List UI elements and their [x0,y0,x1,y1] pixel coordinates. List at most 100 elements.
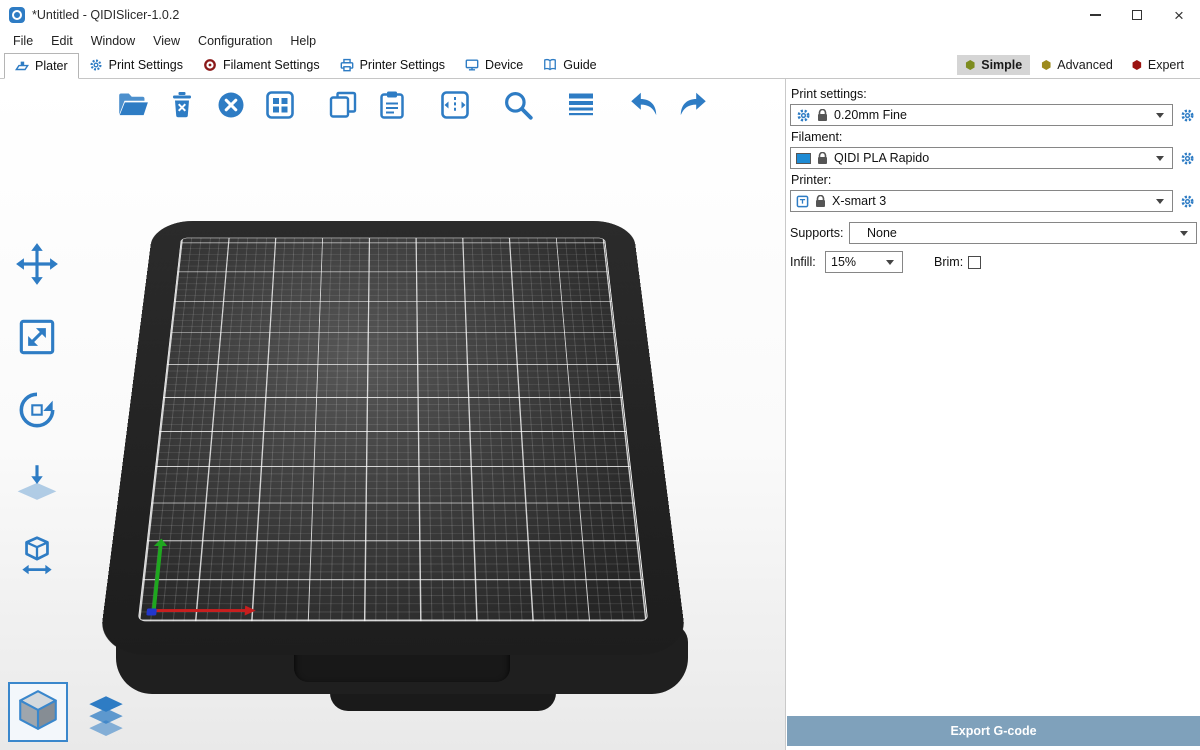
undo-button[interactable] [623,84,665,126]
print-settings-gear-button[interactable] [1178,108,1197,123]
paste-button[interactable] [371,84,413,126]
menu-help[interactable]: Help [281,32,325,50]
supports-label: Supports: [790,226,844,240]
3d-editor-view-button[interactable] [8,682,68,742]
menu-edit[interactable]: Edit [42,32,82,50]
supports-combo[interactable]: None [849,222,1197,244]
export-gcode-button[interactable]: Export G-code [787,716,1200,746]
simple-mode-dot-icon [965,60,975,70]
app-logo-icon [9,7,25,23]
filament-label: Filament: [791,130,1196,144]
open-button[interactable] [112,84,154,126]
mode-label: Simple [981,58,1022,72]
redo-button[interactable] [672,84,714,126]
place-on-face-icon [14,460,60,511]
delete-button[interactable] [161,84,203,126]
y-axis-indicator [152,545,163,612]
printer-gear-button[interactable] [1178,194,1197,209]
chevron-down-icon [1156,156,1164,161]
split-objects-button[interactable] [434,84,476,126]
measure-icon [14,533,60,584]
search-button[interactable] [497,84,539,126]
print-settings-value: 0.20mm Fine [834,108,907,122]
print-settings-label: Print settings: [791,87,1196,101]
undo-icon [627,88,661,122]
redo-icon [676,88,710,122]
rotate-button[interactable] [8,383,66,441]
rotate-icon [14,387,60,438]
printer-combo[interactable]: X-smart 3 [790,190,1173,212]
preview-view-button[interactable] [80,690,132,742]
menu-bar: File Edit Window View Configuration Help [0,30,1200,52]
layers-preview-icon [83,691,129,742]
move-button[interactable] [8,237,66,295]
3d-viewport[interactable] [0,79,786,750]
expert-mode-dot-icon [1132,60,1142,70]
lock-icon [815,195,826,208]
open-folder-icon [116,88,150,122]
lock-icon [817,152,828,165]
maximize-icon [1132,10,1142,20]
tab-label: Device [485,58,523,72]
infill-value: 15% [831,255,856,269]
supports-value: None [855,226,897,240]
tab-label: Plater [35,59,68,73]
menu-configuration[interactable]: Configuration [189,32,281,50]
print-bed-frame [98,221,688,655]
copy-button[interactable] [322,84,364,126]
paste-icon [376,89,408,121]
print-settings-combo[interactable]: 0.20mm Fine [790,104,1173,126]
tab-print-settings[interactable]: Print Settings [79,52,193,78]
split-objects-icon [439,89,471,121]
mode-expert[interactable]: Expert [1124,55,1192,75]
plater-icon [15,59,29,73]
variable-layer-height-icon [565,89,597,121]
delete-all-button[interactable] [210,84,252,126]
minimize-icon [1090,14,1101,16]
variable-layer-height-button[interactable] [560,84,602,126]
filament-gear-button[interactable] [1178,151,1197,166]
filament-combo[interactable]: QIDI PLA Rapido [790,147,1173,169]
lock-icon [817,109,828,122]
tab-label: Filament Settings [223,58,320,72]
tab-label: Printer Settings [360,58,445,72]
tab-filament-settings[interactable]: Filament Settings [193,52,330,78]
x-axis-indicator [152,609,246,612]
z-axis-indicator [146,608,157,615]
tab-bar: Plater Print Settings Filament Settings … [0,52,1200,79]
place-on-face-button[interactable] [8,456,66,514]
menu-view[interactable]: View [144,32,189,50]
mode-advanced[interactable]: Advanced [1033,55,1121,75]
menu-file[interactable]: File [4,32,42,50]
filament-color-swatch [796,153,811,164]
tab-guide[interactable]: Guide [533,52,606,78]
brim-checkbox[interactable] [968,256,981,269]
tab-device[interactable]: Device [455,52,533,78]
object-manipulation-toolbar [8,237,66,587]
3d-view-cube-icon [15,687,61,738]
settings-sidebar: Print settings: 0.20mm Fine Filament: QI… [787,79,1200,750]
printer-icon [340,58,354,72]
chevron-down-icon [1156,113,1164,118]
close-button[interactable]: × [1158,0,1200,30]
measure-button[interactable] [8,529,66,587]
guide-book-icon [543,58,557,72]
advanced-mode-dot-icon [1041,60,1051,70]
scale-button[interactable] [8,310,66,368]
gear-icon [89,58,103,72]
chevron-down-icon [886,260,894,265]
minimize-button[interactable] [1074,0,1116,30]
mode-simple[interactable]: Simple [957,55,1030,75]
infill-combo[interactable]: 15% [825,251,903,273]
tab-printer-settings[interactable]: Printer Settings [330,52,455,78]
gear-icon [796,108,811,123]
printer-icon [796,195,809,208]
filament-spool-icon [203,58,217,72]
maximize-button[interactable] [1116,0,1158,30]
device-monitor-icon [465,58,479,72]
tab-plater[interactable]: Plater [4,53,79,79]
menu-window[interactable]: Window [82,32,144,50]
close-icon: × [1174,7,1184,24]
arrange-button[interactable] [259,84,301,126]
printer-value: X-smart 3 [832,194,886,208]
